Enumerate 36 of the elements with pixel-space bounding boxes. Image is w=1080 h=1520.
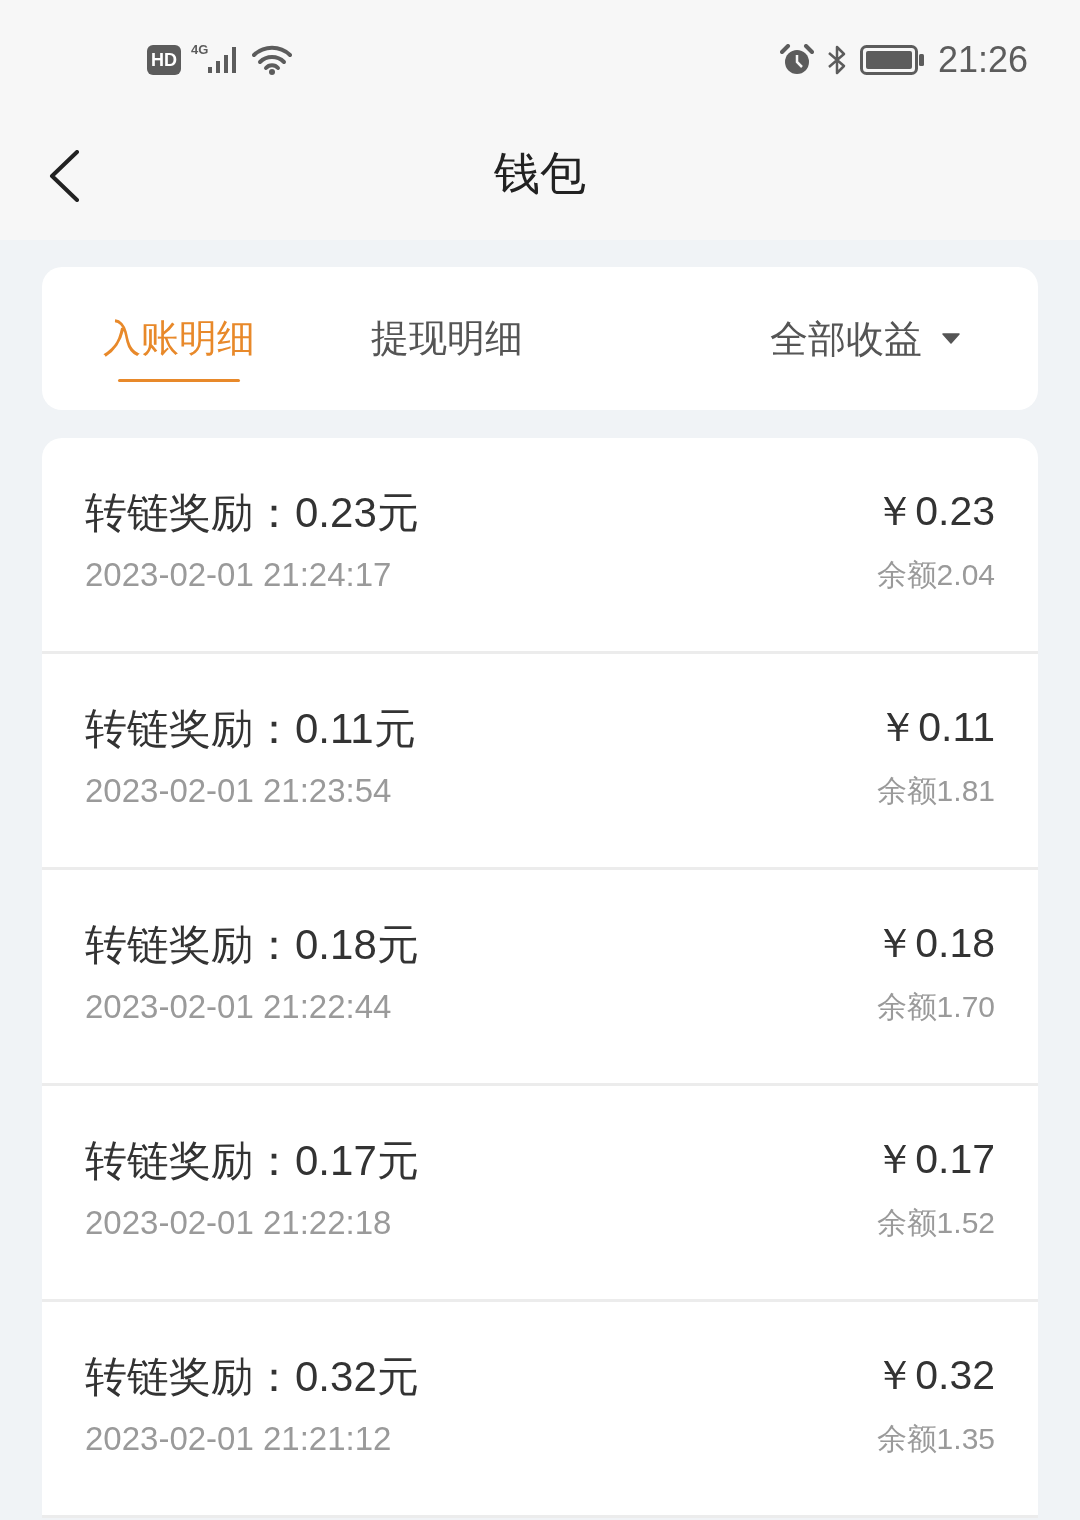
network-type-label: 4G bbox=[191, 43, 209, 57]
record-title: 转链奖励：0.11元 bbox=[85, 704, 416, 754]
battery-icon bbox=[859, 45, 924, 75]
record-amount: ￥0.32 bbox=[874, 1352, 995, 1398]
status-time: 21:26 bbox=[937, 40, 1028, 80]
record-title: 转链奖励：0.17元 bbox=[85, 1136, 419, 1186]
record-time: 2023-02-01 21:22:18 bbox=[85, 1203, 393, 1243]
record-row[interactable]: 转链奖励：0.23元 2023-02-01 21:24:17 ￥0.23 余额2.04 bbox=[42, 438, 1038, 654]
record-row[interactable]: 转链奖励：0.17元 2023-02-01 21:22:18 ￥0.17 余额1.52 bbox=[42, 1086, 1038, 1302]
record-row[interactable]: 转链奖励：0.18元 2023-02-01 21:22:44 ￥0.18 余额1.70 bbox=[42, 870, 1038, 1086]
record-title: 转链奖励：0.23元 bbox=[85, 488, 419, 538]
tab[interactable]: 提现明细 bbox=[371, 267, 523, 410]
record-time: 2023-02-01 21:22:44 bbox=[85, 987, 393, 1027]
record-row[interactable]: 转链奖励：0.11元 2023-02-01 21:23:54 ￥0.11 余额1.81 bbox=[42, 654, 1038, 870]
record-balance: 余额1.70 bbox=[876, 989, 995, 1025]
record-time: 2023-02-01 21:21:12 bbox=[85, 1419, 393, 1459]
record-balance: 余额2.04 bbox=[876, 557, 995, 593]
record-balance: 余额1.81 bbox=[876, 773, 995, 809]
alarm-clock-icon bbox=[779, 44, 814, 76]
filter-dropdown[interactable]: 全部收益 bbox=[770, 313, 960, 364]
record-time: 2023-02-01 21:24:17 bbox=[85, 555, 393, 595]
record-row[interactable]: 转链奖励：0.32元 2023-02-01 21:21:12 ￥0.32 余额1.35 bbox=[42, 1302, 1038, 1518]
back-icon bbox=[48, 150, 80, 202]
record-amount: ￥0.17 bbox=[874, 1136, 995, 1182]
record-amount: ￥0.18 bbox=[874, 920, 995, 966]
caret-icon bbox=[942, 333, 960, 344]
wifi-icon bbox=[252, 45, 293, 75]
record-title: 转链奖励：0.18元 bbox=[85, 920, 419, 970]
record-time: 2023-02-01 21:23:54 bbox=[85, 771, 393, 811]
record-title: 转链奖励：0.32元 bbox=[85, 1352, 419, 1402]
record-amount: ￥0.11 bbox=[877, 704, 995, 750]
page-title: 钱包 bbox=[494, 146, 586, 201]
record-amount: ￥0.23 bbox=[874, 488, 995, 534]
hd-badge: HD bbox=[147, 45, 181, 75]
record-balance: 余额1.35 bbox=[876, 1421, 995, 1457]
record-balance: 余额1.52 bbox=[876, 1205, 995, 1241]
